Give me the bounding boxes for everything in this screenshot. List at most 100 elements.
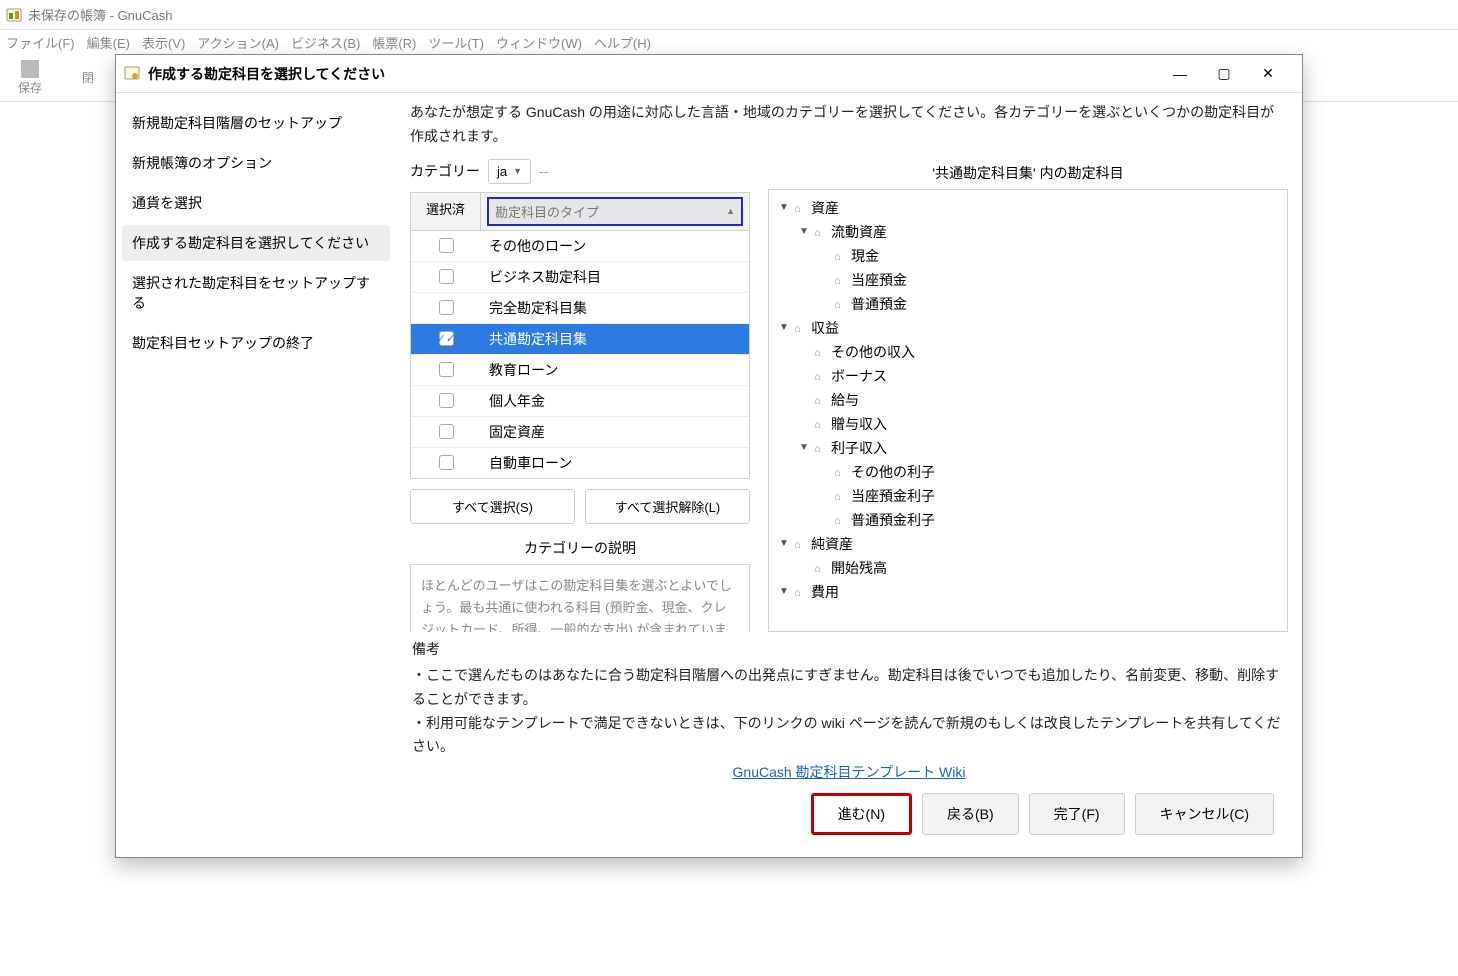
tree-node-label: 開始残高: [831, 558, 887, 578]
menu-file[interactable]: ファイル(F): [6, 33, 75, 52]
wizard-step-1[interactable]: 新規帳簿のオプション: [122, 145, 390, 181]
menu-help[interactable]: ヘルプ(H): [594, 33, 651, 52]
tree-node-label: ボーナス: [831, 366, 887, 386]
tree-node[interactable]: ⌂ 開始残高: [773, 556, 1283, 580]
category-dash: --: [539, 163, 548, 179]
tree-node[interactable]: ⌂ 現金: [773, 244, 1283, 268]
remarks-label: 備考: [412, 638, 1286, 662]
menu-business[interactable]: ビジネス(B): [291, 33, 360, 52]
tree-node[interactable]: ▼⌂ 費用: [773, 580, 1283, 604]
tree-toggle-icon[interactable]: ▼: [777, 586, 791, 597]
menu-window[interactable]: ウィンドウ(W): [496, 33, 582, 52]
save-icon: [21, 60, 39, 78]
tree-toggle-icon[interactable]: ▼: [777, 538, 791, 549]
category-row[interactable]: その他のローン: [411, 231, 749, 262]
tree-node[interactable]: ⌂ 普通預金: [773, 292, 1283, 316]
finish-button[interactable]: 完了(F): [1029, 793, 1125, 835]
account-icon: ⌂: [834, 515, 848, 525]
tree-toggle-icon[interactable]: ▼: [797, 226, 811, 237]
category-row[interactable]: 教育ローン: [411, 355, 749, 386]
category-row[interactable]: 自動車ローン: [411, 448, 749, 478]
menu-reports[interactable]: 帳票(R): [372, 33, 416, 52]
category-header-selected[interactable]: 選択済: [411, 193, 481, 230]
category-row[interactable]: ビジネス勘定科目: [411, 262, 749, 293]
tree-node-label: その他の利子: [851, 462, 935, 482]
account-icon: ⌂: [834, 491, 848, 501]
wizard-step-5[interactable]: 勘定科目セットアップの終了: [122, 325, 390, 361]
account-icon: ⌂: [814, 395, 828, 405]
category-header-type-label: 勘定科目のタイプ: [495, 202, 599, 221]
sort-indicator-icon: ▲: [726, 206, 735, 216]
main-menubar: ファイル(F) 編集(E) 表示(V) アクション(A) ビジネス(B) 帳票(…: [0, 30, 1458, 54]
cancel-button[interactable]: キャンセル(C): [1135, 793, 1274, 835]
maximize-button[interactable]: ▢: [1210, 60, 1238, 88]
account-icon: ⌂: [834, 467, 848, 477]
account-icon: ⌂: [814, 419, 828, 429]
menu-view[interactable]: 表示(V): [142, 33, 185, 52]
tree-node-label: 普通預金利子: [851, 510, 935, 530]
accounts-tree[interactable]: ▼⌂ 資産▼⌂ 流動資産⌂ 現金⌂ 当座預金⌂ 普通預金▼⌂ 収益⌂ その他の収…: [768, 189, 1288, 633]
tree-node[interactable]: ⌂ 給与: [773, 388, 1283, 412]
tree-node[interactable]: ⌂ 当座預金: [773, 268, 1283, 292]
tree-node[interactable]: ▼⌂ 収益: [773, 316, 1283, 340]
account-icon: ⌂: [834, 275, 848, 285]
tree-node-label: 贈与収入: [831, 414, 887, 434]
tree-toggle-icon[interactable]: ▼: [777, 202, 791, 213]
clear-all-button[interactable]: すべて選択解除(L): [585, 489, 750, 524]
tree-node[interactable]: ⌂ その他の収入: [773, 340, 1283, 364]
minimize-button[interactable]: —: [1166, 60, 1194, 88]
account-setup-dialog: 作成する勘定科目を選択してください — ▢ ✕ 新規勘定科目階層のセットアップ新…: [115, 54, 1303, 858]
checkbox[interactable]: [439, 300, 454, 315]
tree-node[interactable]: ▼⌂ 純資産: [773, 532, 1283, 556]
category-description-label: カテゴリーの説明: [410, 538, 750, 558]
wizard-step-2[interactable]: 通貨を選択: [122, 185, 390, 221]
dialog-titlebar: 作成する勘定科目を選択してください — ▢ ✕: [116, 55, 1302, 93]
tree-node-label: 現金: [851, 246, 879, 266]
back-button[interactable]: 戻る(B): [922, 793, 1019, 835]
tree-node[interactable]: ⌂ ボーナス: [773, 364, 1283, 388]
select-all-button[interactable]: すべて選択(S): [410, 489, 575, 524]
category-row-label: 個人年金: [481, 386, 749, 416]
category-row-label: 共通勘定科目集: [481, 324, 749, 354]
category-header-type[interactable]: 勘定科目のタイプ ▲: [481, 193, 749, 230]
checkbox[interactable]: [439, 238, 454, 253]
next-button[interactable]: 進む(N): [811, 793, 912, 835]
category-language-dropdown[interactable]: ja: [488, 159, 531, 184]
category-row[interactable]: ✓ 共通勘定科目集: [411, 324, 749, 355]
checkbox[interactable]: [439, 424, 454, 439]
tree-node[interactable]: ⌂ その他の利子: [773, 460, 1283, 484]
account-icon: ⌂: [834, 251, 848, 261]
toolbar-save[interactable]: 保存: [18, 60, 42, 96]
category-row-label: その他のローン: [481, 231, 749, 261]
tree-node[interactable]: ⌂ 贈与収入: [773, 412, 1283, 436]
dropdown-value: ja: [497, 164, 507, 179]
tree-node[interactable]: ▼⌂ 資産: [773, 196, 1283, 220]
checkbox[interactable]: [439, 393, 454, 408]
tree-node-label: 資産: [811, 198, 839, 218]
wizard-step-3[interactable]: 作成する勘定科目を選択してください: [122, 225, 390, 261]
account-icon: ⌂: [814, 563, 828, 573]
wizard-step-0[interactable]: 新規勘定科目階層のセットアップ: [122, 105, 390, 141]
menu-edit[interactable]: 編集(E): [87, 33, 130, 52]
checkbox[interactable]: [439, 455, 454, 470]
tree-node[interactable]: ⌂ 普通預金利子: [773, 508, 1283, 532]
tree-node[interactable]: ▼⌂ 流動資産: [773, 220, 1283, 244]
menu-action[interactable]: アクション(A): [197, 33, 279, 52]
checkbox[interactable]: [439, 269, 454, 284]
toolbar-close[interactable]: 閉: [82, 69, 94, 86]
close-button[interactable]: ✕: [1254, 60, 1282, 88]
tree-toggle-icon[interactable]: ▼: [797, 442, 811, 453]
category-row-label: ビジネス勘定科目: [481, 262, 749, 292]
menu-tools[interactable]: ツール(T): [428, 33, 484, 52]
category-row[interactable]: 個人年金: [411, 386, 749, 417]
wiki-link[interactable]: GnuCash 勘定科目テンプレート Wiki: [733, 764, 966, 780]
tree-toggle-icon[interactable]: ▼: [777, 322, 791, 333]
tree-node[interactable]: ⌂ 当座預金利子: [773, 484, 1283, 508]
category-row[interactable]: 完全勘定科目集: [411, 293, 749, 324]
checkbox[interactable]: ✓: [439, 331, 454, 346]
checkbox[interactable]: [439, 362, 454, 377]
account-icon: ⌂: [814, 371, 828, 381]
wizard-step-4[interactable]: 選択された勘定科目をセットアップする: [122, 265, 390, 321]
category-row[interactable]: 固定資産: [411, 417, 749, 448]
tree-node[interactable]: ▼⌂ 利子収入: [773, 436, 1283, 460]
